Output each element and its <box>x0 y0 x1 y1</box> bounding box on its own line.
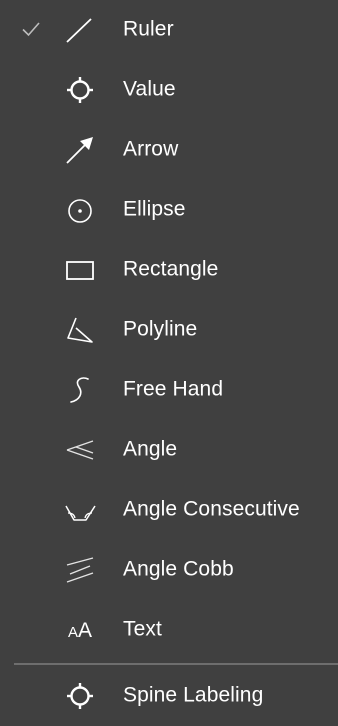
menu-item-spine-labeling[interactable]: Spine Labeling <box>0 666 338 726</box>
menu-item-free-hand[interactable]: Free Hand <box>0 360 338 420</box>
text-icon: AA <box>67 618 93 642</box>
rectangle-icon <box>62 252 98 288</box>
menu-item-label: Angle Consecutive <box>123 497 300 521</box>
menu-item-angle-consecutive[interactable]: Angle Consecutive <box>0 480 338 540</box>
menu-item-ruler[interactable]: Ruler <box>0 0 338 60</box>
ellipse-icon <box>62 192 98 228</box>
measurement-tools-menu: Ruler Value Arrow Ellipse Rectangle Poly… <box>0 0 338 726</box>
menu-item-label: Polyline <box>123 317 198 341</box>
menu-item-value[interactable]: Value <box>0 60 338 120</box>
checkmark-icon <box>20 18 42 40</box>
angle-cobb-icon <box>62 552 98 588</box>
menu-item-ellipse[interactable]: Ellipse <box>0 180 338 240</box>
menu-item-label: Angle Cobb <box>123 557 234 581</box>
menu-item-angle-cobb[interactable]: Angle Cobb <box>0 540 338 600</box>
menu-item-label: Angle <box>123 437 178 461</box>
arrow-icon <box>62 132 98 168</box>
polyline-icon <box>62 312 98 348</box>
angle-consecutive-icon <box>62 492 98 528</box>
menu-item-polyline[interactable]: Polyline <box>0 300 338 360</box>
menu-item-label: Spine Labeling <box>123 683 264 707</box>
menu-item-arrow[interactable]: Arrow <box>0 120 338 180</box>
menu-divider <box>14 663 338 665</box>
menu-item-label: Ruler <box>123 17 174 41</box>
menu-item-text[interactable]: AA Text <box>0 600 338 660</box>
menu-item-label: Ellipse <box>123 197 186 221</box>
menu-item-label: Value <box>123 77 176 101</box>
ruler-icon <box>62 12 98 48</box>
freehand-icon <box>62 372 98 408</box>
menu-item-rectangle[interactable]: Rectangle <box>0 240 338 300</box>
angle-icon <box>62 432 98 468</box>
menu-item-label: Text <box>123 617 162 641</box>
menu-item-angle[interactable]: Angle <box>0 420 338 480</box>
menu-item-label: Arrow <box>123 137 179 161</box>
spine-labeling-icon <box>62 678 98 714</box>
crosshair-circle-icon <box>62 72 98 108</box>
menu-item-label: Free Hand <box>123 377 224 401</box>
menu-item-label: Rectangle <box>123 257 219 281</box>
